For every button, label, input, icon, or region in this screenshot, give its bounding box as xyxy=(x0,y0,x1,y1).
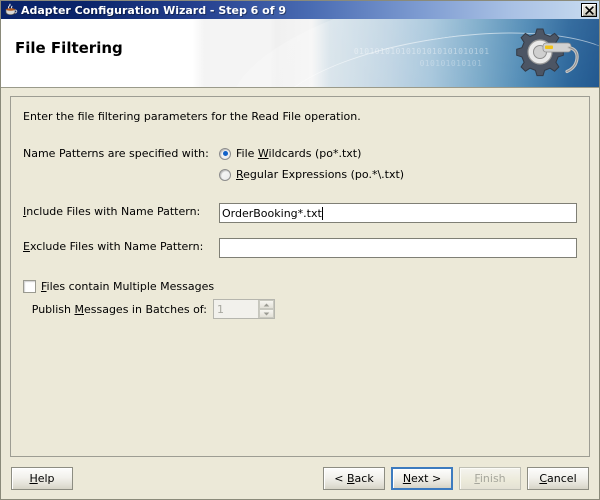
radio-regular-expressions-label: Regular Expressions (po.*\.txt) xyxy=(236,168,405,181)
banner-binary-text: 01010101010101010101010101 xyxy=(353,47,490,56)
exclude-pattern-label: Exclude Files with Name Pattern: xyxy=(23,240,204,253)
batch-size-arrows xyxy=(258,300,274,318)
help-button[interactable]: Help xyxy=(11,466,73,490)
next-button-label: Next > xyxy=(402,471,442,485)
text-caret xyxy=(321,206,323,220)
banner-binary-text-secondary: 010101010101 xyxy=(419,59,483,68)
radio-regular-expressions[interactable]: Regular Expressions (po.*\.txt) xyxy=(219,166,579,183)
radio-regular-expressions-indicator[interactable] xyxy=(219,168,231,181)
window-title: Adapter Configuration Wizard - Step 6 of… xyxy=(21,3,286,17)
back-button-label: < Back xyxy=(334,471,374,485)
filter-form: Name Patterns are specified with: File W… xyxy=(21,145,579,319)
content-area: Enter the file filtering parameters for … xyxy=(1,88,599,457)
cancel-button-label: Cancel xyxy=(539,471,577,485)
checkbox-multiple-messages-indicator[interactable] xyxy=(23,280,36,293)
page-title: File Filtering xyxy=(15,39,123,57)
gear-wrench-icon xyxy=(499,23,591,85)
wizard-window: Adapter Configuration Wizard - Step 6 of… xyxy=(0,0,600,500)
row-name-patterns: Name Patterns are specified with: File W… xyxy=(21,145,579,187)
row-batch-size: Publish Messages in Batches of: 1 xyxy=(23,299,579,319)
cancel-button[interactable]: Cancel xyxy=(527,466,589,490)
title-bar: Adapter Configuration Wizard - Step 6 of… xyxy=(1,1,599,19)
finish-button-label: Finish xyxy=(474,471,506,485)
name-patterns-label: Name Patterns are specified with: xyxy=(23,147,209,160)
batch-size-value[interactable]: 1 xyxy=(214,300,258,318)
java-coffee-cup-icon xyxy=(4,3,18,17)
row-include-pattern: Include Files with Name Pattern: OrderBo… xyxy=(21,203,579,223)
button-bar: Help < Back Next > Finish Cancel xyxy=(1,457,599,499)
form-panel: Enter the file filtering parameters for … xyxy=(10,96,590,457)
batch-size-label: Publish Messages in Batches of: xyxy=(31,302,207,316)
radio-file-wildcards-indicator[interactable] xyxy=(219,147,231,160)
close-icon[interactable] xyxy=(581,3,597,17)
exclude-pattern-input[interactable] xyxy=(219,238,577,258)
chevron-up-icon[interactable] xyxy=(259,300,274,309)
include-pattern-input[interactable]: OrderBooking*.txt xyxy=(219,203,577,223)
next-button[interactable]: Next > xyxy=(391,466,453,490)
include-pattern-value: OrderBooking*.txt xyxy=(222,206,322,220)
row-exclude-pattern: Exclude Files with Name Pattern: xyxy=(21,238,579,258)
radio-file-wildcards-label: File Wildcards (po*.txt) xyxy=(236,147,362,160)
checkbox-multiple-messages-label: Files contain Multiple Messages xyxy=(41,280,215,293)
intro-text: Enter the file filtering parameters for … xyxy=(23,110,361,123)
include-pattern-label: Include Files with Name Pattern: xyxy=(23,205,201,218)
batch-size-stepper[interactable]: 1 xyxy=(213,299,275,319)
checkbox-multiple-messages[interactable]: Files contain Multiple Messages xyxy=(23,280,579,293)
back-button[interactable]: < Back xyxy=(323,466,385,490)
chevron-down-icon[interactable] xyxy=(259,309,274,318)
radio-file-wildcards[interactable]: File Wildcards (po*.txt) xyxy=(219,145,579,162)
wizard-banner: 01010101010101010101010101 010101010101 … xyxy=(1,19,599,88)
finish-button: Finish xyxy=(459,466,521,490)
name-patterns-radio-group: File Wildcards (po*.txt) Regular Express… xyxy=(219,145,579,187)
